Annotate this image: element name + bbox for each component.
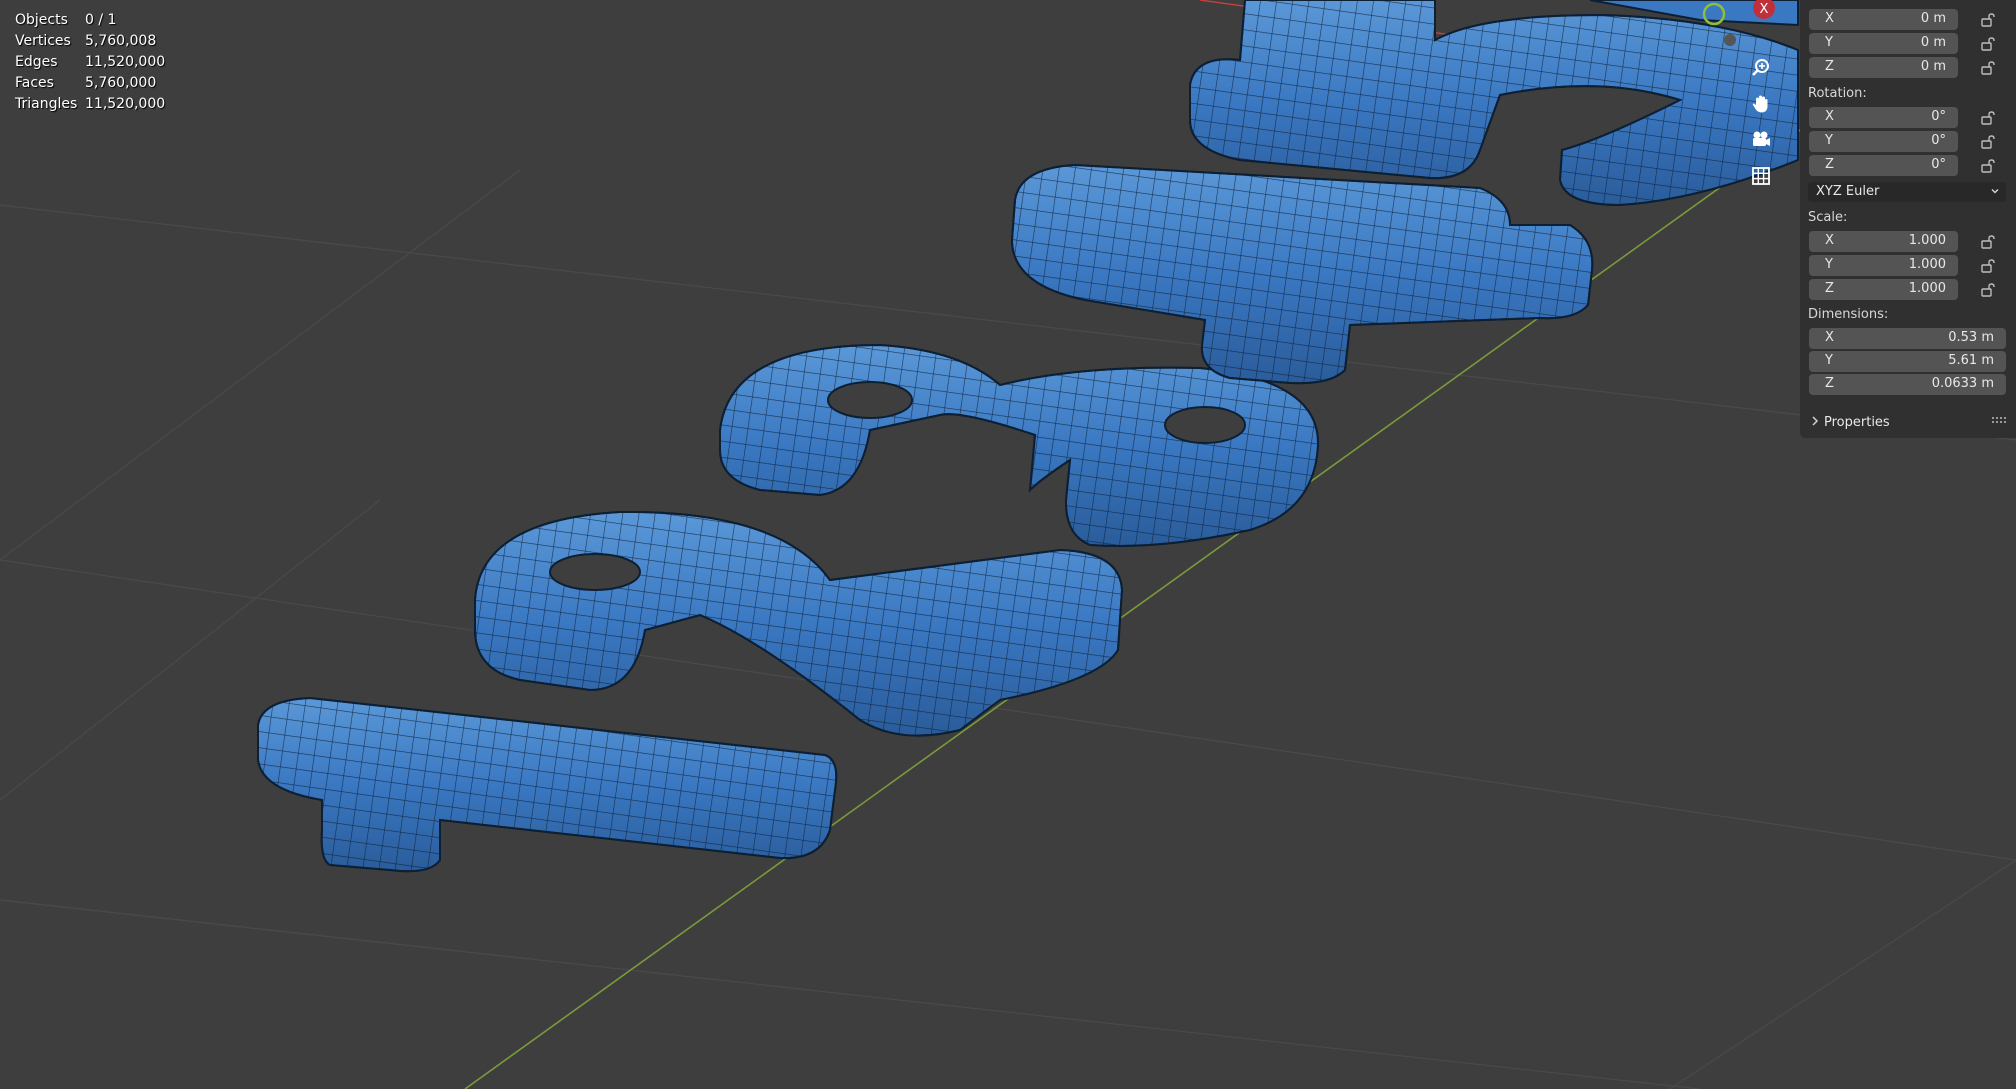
axis-label: X: [1825, 233, 1834, 248]
stats-label: Vertices: [15, 33, 71, 49]
axis-label: X: [1825, 11, 1834, 26]
mesh-digit-1: [257, 696, 838, 873]
stats-label: Objects: [15, 12, 68, 28]
chevron-down-icon: [1991, 188, 1999, 194]
field-value: 1.000: [1908, 233, 1946, 248]
scale-x-field[interactable]: X 1.000: [1809, 231, 1958, 252]
rotation-y-field[interactable]: Y 0°: [1809, 131, 1958, 152]
sidebar-transform-panel: X 0 m Y 0 m Z 0 m Rotation: X 0° Y 0° Z …: [1800, 0, 2016, 438]
camera-view-button[interactable]: [1744, 123, 1778, 157]
perspective-toggle-button[interactable]: [1744, 159, 1778, 193]
field-value: 0°: [1931, 133, 1946, 148]
scale-z-field[interactable]: Z 1.000: [1809, 279, 1958, 300]
location-y-field[interactable]: Y 0 m: [1809, 33, 1958, 54]
axis-label: Z: [1825, 376, 1834, 391]
location-x-field[interactable]: X 0 m: [1809, 9, 1958, 30]
stats-value: 5,760,008: [85, 33, 157, 49]
chevron-right-icon: [1812, 416, 1819, 426]
axis-label: Z: [1825, 281, 1834, 296]
field-value: 0.0633 m: [1931, 376, 1994, 391]
dropdown-value: XYZ Euler: [1816, 184, 1880, 199]
grid-icon: [1752, 167, 1770, 185]
rotation-z-field[interactable]: Z 0°: [1809, 155, 1958, 176]
zoom-icon: [1752, 59, 1769, 76]
statistics-overlay: Objects 0 / 1 Vertices 5,760,008 Edges 1…: [15, 10, 165, 115]
axis-label: Y: [1825, 133, 1833, 148]
mesh-digit-2: [474, 510, 1124, 737]
axis-label: X: [1825, 330, 1834, 345]
mesh-digit-5: [1189, 0, 1799, 207]
pan-button[interactable]: [1744, 87, 1778, 121]
unlock-icon[interactable]: [1980, 234, 1996, 250]
dimensions-y-field[interactable]: Y 5.61 m: [1809, 351, 2006, 372]
field-value: 0 m: [1920, 35, 1946, 50]
stats-label: Faces: [15, 75, 54, 91]
axis-label: Y: [1825, 257, 1833, 272]
field-value: 5.61 m: [1948, 353, 1994, 368]
axis-label: Y: [1825, 35, 1833, 50]
field-value: 0.53 m: [1948, 330, 1994, 345]
scale-y-field[interactable]: Y 1.000: [1809, 255, 1958, 276]
field-value: 1.000: [1908, 281, 1946, 296]
camera-icon: [1753, 131, 1770, 146]
stats-value: 11,520,000: [85, 54, 166, 70]
stats-objects: Objects 0 / 1: [15, 10, 165, 31]
text-mesh: [257, 0, 1799, 873]
axis-label: Y: [1825, 353, 1833, 368]
unlock-icon[interactable]: [1980, 110, 1996, 126]
dimensions-x-field[interactable]: X 0.53 m: [1809, 328, 2006, 349]
field-value: 1.000: [1908, 257, 1946, 272]
unlock-icon[interactable]: [1980, 36, 1996, 52]
pan-hand-icon: [1752, 95, 1768, 113]
rotation-mode-dropdown[interactable]: XYZ Euler: [1808, 182, 2006, 202]
axis-label: Z: [1825, 59, 1834, 74]
stats-triangles: Triangles 11,520,000: [15, 94, 165, 115]
zoom-button[interactable]: [1744, 51, 1778, 85]
stats-label: Triangles: [15, 96, 78, 112]
field-value: 0 m: [1920, 11, 1946, 26]
viewport-scene: X: [0, 0, 2016, 1089]
svg-text:X: X: [1760, 2, 1769, 17]
properties-label: Properties: [1824, 415, 1890, 430]
stats-label: Edges: [15, 54, 58, 70]
field-value: 0 m: [1920, 59, 1946, 74]
3d-viewport[interactable]: X Objects 0 / 1 Vertices 5,760,008 Edges…: [0, 0, 2016, 1089]
field-value: 0°: [1931, 109, 1946, 124]
stats-value: 0 / 1: [85, 12, 117, 28]
rotation-x-field[interactable]: X 0°: [1809, 107, 1958, 128]
field-value: 0°: [1931, 157, 1946, 172]
properties-panel-header[interactable]: Properties: [1800, 410, 2016, 434]
rotation-label: Rotation:: [1808, 86, 1867, 101]
dimensions-z-field[interactable]: Z 0.0633 m: [1809, 374, 2006, 395]
stats-vertices: Vertices 5,760,008: [15, 31, 165, 52]
unlock-icon[interactable]: [1980, 282, 1996, 298]
unlock-icon[interactable]: [1980, 158, 1996, 174]
drag-grip-icon[interactable]: [1992, 415, 2008, 425]
stats-edges: Edges 11,520,000: [15, 52, 165, 73]
unlock-icon[interactable]: [1980, 12, 1996, 28]
unlock-icon[interactable]: [1980, 134, 1996, 150]
mesh-digit-4: [1010, 163, 1594, 385]
unlock-icon[interactable]: [1980, 258, 1996, 274]
scale-label: Scale:: [1808, 210, 1848, 225]
axis-label: Z: [1825, 157, 1834, 172]
axis-label: X: [1825, 109, 1834, 124]
location-z-field[interactable]: Z 0 m: [1809, 57, 1958, 78]
stats-value: 11,520,000: [85, 96, 166, 112]
unlock-icon[interactable]: [1980, 60, 1996, 76]
dimensions-label: Dimensions:: [1808, 307, 1889, 322]
stats-value: 5,760,000: [85, 75, 157, 91]
stats-faces: Faces 5,760,000: [15, 73, 165, 94]
